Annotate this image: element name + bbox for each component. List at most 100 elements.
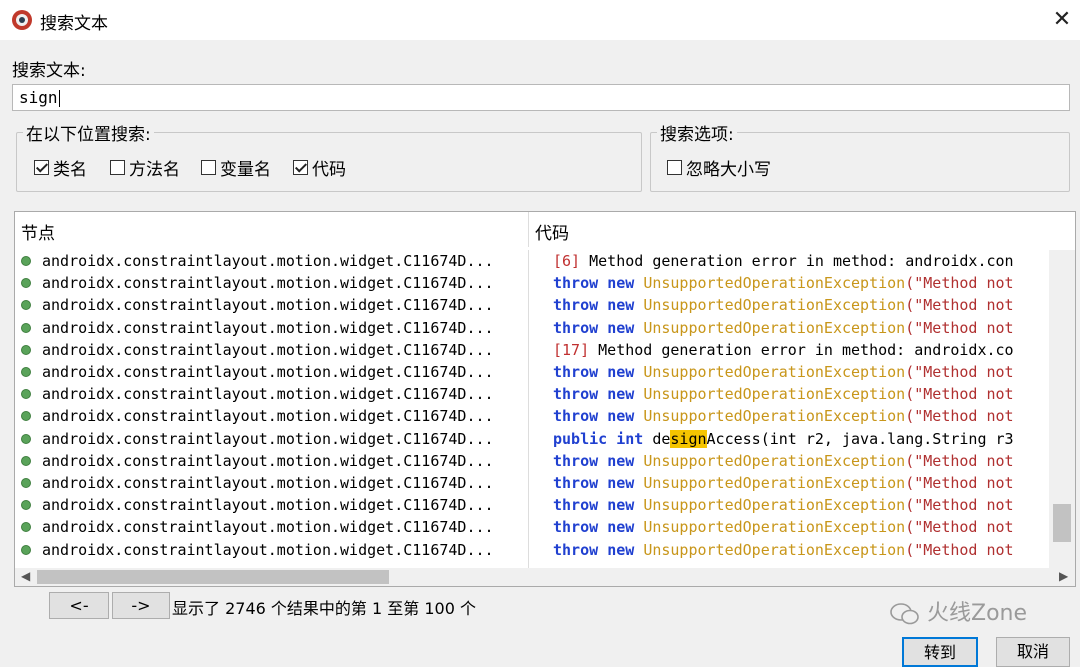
column-header-code[interactable]: 代码 xyxy=(529,212,1075,247)
node-row[interactable]: androidx.constraintlayout.motion.widget.… xyxy=(15,383,529,405)
watermark-text: 火线Zone xyxy=(927,601,1028,626)
keyword: throw xyxy=(553,318,599,337)
code-row[interactable]: [6] Method generation error in method: a… xyxy=(553,250,1014,272)
code-row[interactable]: throw new UnsupportedOperationException(… xyxy=(553,272,1014,294)
keyword: throw xyxy=(553,451,599,470)
checkbox-label: 变量名 xyxy=(220,160,271,180)
checkbox-code[interactable]: 代码 xyxy=(293,155,346,180)
keyword: throw xyxy=(553,540,599,559)
search-input[interactable]: sign xyxy=(12,84,1070,111)
column-header-label: 节点 xyxy=(21,224,55,244)
keyword: throw xyxy=(553,296,599,315)
node-row[interactable]: androidx.constraintlayout.motion.widget.… xyxy=(15,339,529,361)
method-args: (int r2, java.lang.String r3 xyxy=(760,429,1014,448)
keyword: throw xyxy=(553,407,599,426)
close-icon[interactable]: ✕ xyxy=(1046,4,1078,36)
cancel-button[interactable]: 取消 xyxy=(996,637,1070,667)
keyword: new xyxy=(607,496,635,515)
horizontal-scroll-thumb[interactable] xyxy=(37,570,389,584)
node-label: androidx.constraintlayout.motion.widget.… xyxy=(42,340,494,359)
node-row[interactable]: androidx.constraintlayout.motion.widget.… xyxy=(15,250,529,272)
node-list: androidx.constraintlayout.motion.widget.… xyxy=(15,250,529,568)
class-name: UnsupportedOperationException xyxy=(643,296,906,315)
window-title: 搜索文本 xyxy=(40,14,108,34)
class-name: UnsupportedOperationException xyxy=(643,540,906,559)
class-name: UnsupportedOperationException xyxy=(643,318,906,337)
node-row[interactable]: androidx.constraintlayout.motion.widget.… xyxy=(15,272,529,294)
class-name: UnsupportedOperationException xyxy=(643,274,906,293)
scroll-left-icon[interactable]: ◀ xyxy=(21,569,30,583)
checkbox-box[interactable] xyxy=(34,160,49,175)
node-label: androidx.constraintlayout.motion.widget.… xyxy=(42,429,494,448)
code-row[interactable]: [17] Method generation error in method: … xyxy=(553,339,1014,361)
node-row[interactable]: androidx.constraintlayout.motion.widget.… xyxy=(15,450,529,472)
node-row[interactable]: androidx.constraintlayout.motion.widget.… xyxy=(15,494,529,516)
class-name: UnsupportedOperationException xyxy=(643,474,906,492)
checkbox-label: 方法名 xyxy=(129,160,180,180)
checkbox-ignore-case[interactable]: 忽略大小写 xyxy=(667,155,771,180)
keyword: new xyxy=(607,363,635,381)
node-row[interactable]: androidx.constraintlayout.motion.widget.… xyxy=(15,472,529,494)
code-row[interactable]: throw new UnsupportedOperationException(… xyxy=(553,317,1014,339)
node-row[interactable]: androidx.constraintlayout.motion.widget.… xyxy=(15,294,529,316)
node-label: androidx.constraintlayout.motion.widget.… xyxy=(42,318,494,337)
error-message: Method generation error in method: andro… xyxy=(589,340,1014,359)
checkbox-box[interactable] xyxy=(201,160,216,175)
code-row[interactable]: throw new UnsupportedOperationException(… xyxy=(553,494,1014,516)
code-row[interactable]: throw new UnsupportedOperationException(… xyxy=(553,361,1014,383)
code-row[interactable]: throw new UnsupportedOperationException(… xyxy=(553,539,1014,561)
goto-button[interactable]: 转到 xyxy=(902,637,978,667)
class-name: UnsupportedOperationException xyxy=(643,385,906,404)
horizontal-scrollbar[interactable]: ◀ ▶ xyxy=(15,568,1075,586)
code-row[interactable]: throw new UnsupportedOperationException(… xyxy=(553,472,1014,494)
code-row[interactable]: throw new UnsupportedOperationException(… xyxy=(553,383,1014,405)
checkbox-box[interactable] xyxy=(667,160,682,175)
checkbox-method-name[interactable]: 方法名 xyxy=(110,155,180,180)
node-label: androidx.constraintlayout.motion.widget.… xyxy=(42,274,494,293)
scroll-right-icon[interactable]: ▶ xyxy=(1059,569,1068,583)
checkbox-box[interactable] xyxy=(110,160,125,175)
method-name: Access xyxy=(706,429,761,448)
checkbox-class-name[interactable]: 类名 xyxy=(34,155,87,180)
keyword: new xyxy=(607,407,635,426)
text-caret xyxy=(58,90,60,107)
string-literal: ("Method not xyxy=(905,540,1014,559)
node-row[interactable]: androidx.constraintlayout.motion.widget.… xyxy=(15,428,529,450)
class-name: UnsupportedOperationException xyxy=(643,451,906,470)
keyword: public xyxy=(553,429,608,448)
string-literal: ("Method not xyxy=(905,363,1014,381)
vertical-scrollbar[interactable] xyxy=(1049,250,1075,568)
string-literal: ("Method not xyxy=(905,385,1014,404)
keyword: new xyxy=(607,474,635,492)
code-row[interactable]: throw new UnsupportedOperationException(… xyxy=(553,450,1014,472)
checkbox-label: 类名 xyxy=(53,160,87,180)
node-label: androidx.constraintlayout.motion.widget.… xyxy=(42,474,494,492)
class-node-icon xyxy=(21,411,31,422)
node-label: androidx.constraintlayout.motion.widget.… xyxy=(42,518,494,537)
prev-page-button[interactable]: <- xyxy=(49,592,109,619)
node-row[interactable]: androidx.constraintlayout.motion.widget.… xyxy=(15,361,529,383)
class-node-icon xyxy=(21,433,31,444)
keyword: new xyxy=(607,296,635,315)
code-row[interactable]: throw new UnsupportedOperationException(… xyxy=(553,405,1014,427)
node-row[interactable]: androidx.constraintlayout.motion.widget.… xyxy=(15,516,529,538)
search-input-value: sign xyxy=(19,88,58,107)
node-row[interactable]: androidx.constraintlayout.motion.widget.… xyxy=(15,405,529,427)
node-row[interactable]: androidx.constraintlayout.motion.widget.… xyxy=(15,539,529,561)
column-header-node[interactable]: 节点 xyxy=(15,212,529,247)
next-page-button[interactable]: -> xyxy=(112,592,170,619)
checkbox-variable-name[interactable]: 变量名 xyxy=(201,155,271,180)
node-label: androidx.constraintlayout.motion.widget.… xyxy=(42,407,494,426)
column-header-label: 代码 xyxy=(535,224,569,244)
checkbox-box[interactable] xyxy=(293,160,308,175)
code-row[interactable]: throw new UnsupportedOperationException(… xyxy=(553,516,1014,538)
code-row[interactable]: public int designAccess(int r2, java.lan… xyxy=(553,428,1014,450)
search-location-legend: 在以下位置搜索: xyxy=(26,125,151,145)
vertical-scroll-thumb[interactable] xyxy=(1053,504,1071,542)
checkbox-label: 代码 xyxy=(312,160,346,180)
keyword: new xyxy=(607,451,635,470)
node-row[interactable]: androidx.constraintlayout.motion.widget.… xyxy=(15,317,529,339)
code-row[interactable]: throw new UnsupportedOperationException(… xyxy=(553,294,1014,316)
class-node-icon xyxy=(21,478,31,488)
app-logo-icon xyxy=(10,8,34,32)
